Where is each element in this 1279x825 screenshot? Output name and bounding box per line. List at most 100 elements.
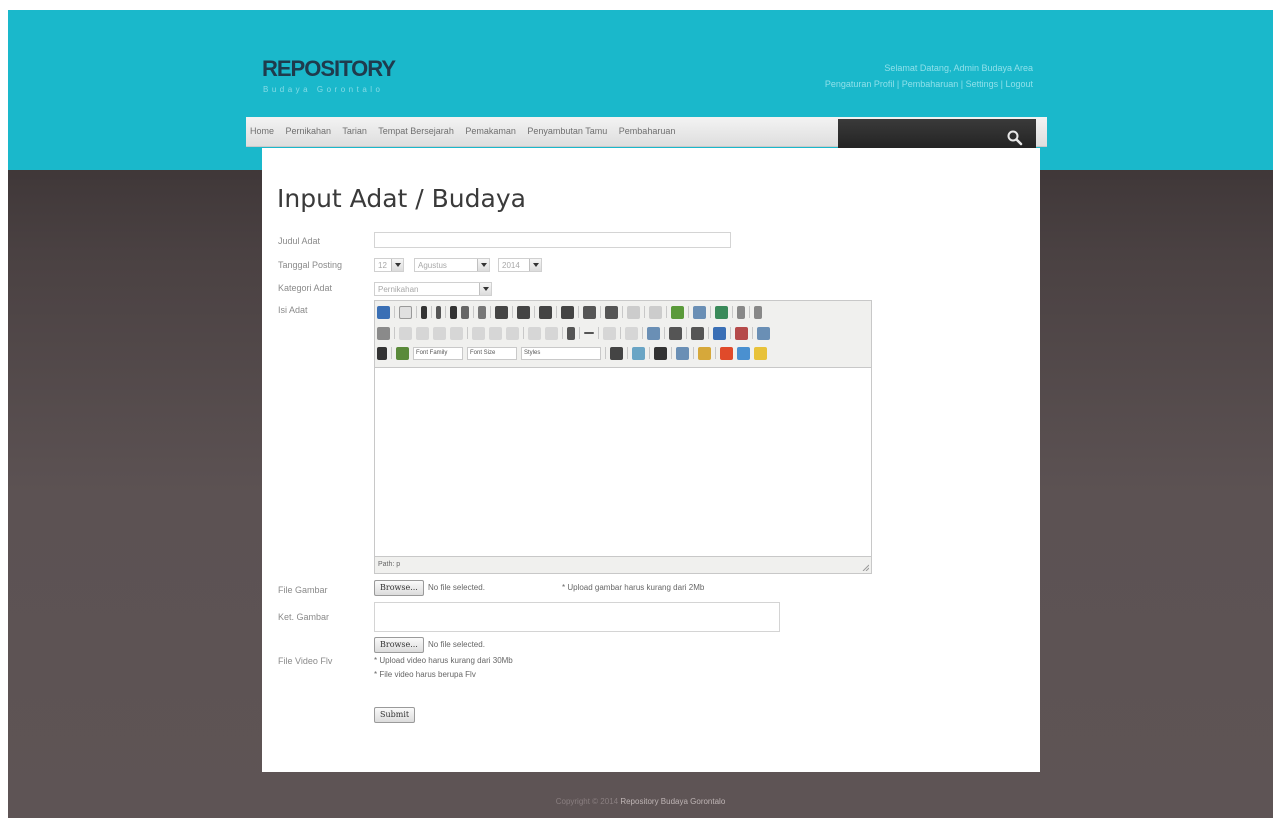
strikethrough-icon[interactable] <box>461 305 469 319</box>
toolbar-separator <box>686 327 687 339</box>
footer-copyright: Copyright © 2014 <box>555 797 619 806</box>
align-justify-icon[interactable] <box>561 305 574 319</box>
nav-pernikahan[interactable]: Pernikahan <box>286 126 332 136</box>
image-insert-icon[interactable] <box>698 346 711 360</box>
cut-x-icon[interactable] <box>654 346 667 360</box>
ltr-icon[interactable] <box>737 305 745 319</box>
anchor-icon[interactable] <box>506 326 519 340</box>
bullet-list-icon[interactable] <box>583 305 596 319</box>
copy-icon[interactable] <box>693 305 706 319</box>
rtl-icon[interactable] <box>754 305 762 319</box>
search-replace-icon[interactable] <box>610 346 623 360</box>
flash-icon[interactable] <box>737 346 750 360</box>
subscript-x-icon[interactable] <box>691 326 704 340</box>
find-replace-icon[interactable] <box>647 326 660 340</box>
text-color-icon[interactable] <box>377 346 387 360</box>
remove-format-icon[interactable] <box>669 326 682 340</box>
cut-icon[interactable] <box>399 326 412 340</box>
toolbar-separator <box>710 306 711 318</box>
page-break-icon[interactable] <box>713 326 726 340</box>
profile-link[interactable]: Pengaturan Profil <box>825 79 895 89</box>
pencil-icon[interactable] <box>754 346 767 360</box>
font-size-label: Font Size <box>470 349 496 356</box>
toolbar-separator <box>730 327 731 339</box>
italic-icon[interactable] <box>436 305 441 319</box>
paste-text-icon[interactable] <box>416 326 429 340</box>
gambar-browse-button[interactable]: Browse... <box>374 580 424 596</box>
gambar-note: * Upload gambar harus kurang dari 2Mb <box>562 583 705 592</box>
styles-select[interactable]: Styles <box>521 346 601 360</box>
link-icon[interactable] <box>472 326 485 340</box>
indent-icon[interactable] <box>649 305 662 319</box>
horizontal-rule-icon[interactable] <box>584 332 594 334</box>
image-icon[interactable] <box>528 326 541 340</box>
youtube-icon[interactable] <box>720 346 733 360</box>
ket-gambar-textarea[interactable] <box>374 602 780 632</box>
toolbar-separator <box>534 306 535 318</box>
font-size-select[interactable]: Font Size <box>467 346 517 360</box>
special-char-icon[interactable] <box>567 326 575 340</box>
logout-link[interactable]: Logout <box>1005 79 1033 89</box>
toolbar-separator <box>644 306 645 318</box>
emoticon-icon[interactable] <box>632 346 645 360</box>
editor-toolbar-row-3: Font Family Font Size Styles <box>377 345 771 361</box>
resize-handle-icon[interactable] <box>861 563 869 571</box>
redo-icon[interactable] <box>450 326 463 340</box>
font-family-select[interactable]: Font Family <box>413 346 463 360</box>
judul-input[interactable] <box>374 232 731 248</box>
underline-icon[interactable] <box>450 305 457 319</box>
search-icon[interactable] <box>1006 129 1024 147</box>
toolbar-separator <box>416 306 417 318</box>
numbered-list-icon[interactable] <box>605 305 618 319</box>
footer-brand[interactable]: Repository Budaya Gorontalo <box>620 797 725 806</box>
nav-pemakaman[interactable]: Pemakaman <box>465 126 516 136</box>
welcome-text: Selamat Datang, Admin Budaya Area <box>884 63 1033 73</box>
tanggal-month-select[interactable]: Agustus <box>414 258 490 272</box>
styles-label: Styles <box>524 349 541 356</box>
search-input[interactable] <box>844 127 994 149</box>
video-browse-button[interactable]: Browse... <box>374 637 424 653</box>
bold-icon[interactable] <box>421 305 427 319</box>
toolbar-separator <box>708 327 709 339</box>
settings-link[interactable]: Settings <box>966 79 999 89</box>
tanggal-month-value: Agustus <box>418 261 447 270</box>
delete-table-icon[interactable] <box>735 326 748 340</box>
undo-icon[interactable] <box>433 326 446 340</box>
superscript-icon[interactable] <box>625 326 638 340</box>
kategori-select[interactable]: Pernikahan <box>374 282 492 296</box>
media-icon[interactable] <box>676 346 689 360</box>
tanggal-day-value: 12 <box>378 261 387 270</box>
outdent-icon[interactable] <box>627 305 640 319</box>
nav-pembaharuan[interactable]: Pembaharuan <box>619 126 676 136</box>
nav-tempat-bersejarah[interactable]: Tempat Bersejarah <box>378 126 454 136</box>
editor-content-area[interactable] <box>375 367 871 557</box>
nav-home[interactable]: Home <box>250 126 274 136</box>
cleanup-icon[interactable] <box>545 326 558 340</box>
submit-button[interactable]: Submit <box>374 707 416 723</box>
editor-path: Path: p <box>378 561 401 568</box>
toolbar-separator <box>598 327 599 339</box>
align-right-icon[interactable] <box>539 305 552 319</box>
highlight-color-icon[interactable] <box>396 346 409 360</box>
preview-icon[interactable] <box>757 326 770 340</box>
tanggal-year-select[interactable]: 2014 <box>498 258 542 272</box>
site-logo[interactable]: REPOSITORY <box>262 56 396 82</box>
blockquote-icon[interactable] <box>478 305 486 319</box>
paste-icon[interactable] <box>671 305 684 319</box>
nav-penyambutan-tamu[interactable]: Penyambutan Tamu <box>527 126 607 136</box>
subscript-icon[interactable] <box>603 326 616 340</box>
table-icon[interactable] <box>715 305 728 319</box>
update-link[interactable]: Pembaharuan <box>902 79 959 89</box>
tanggal-day-select[interactable]: 12 <box>374 258 404 272</box>
new-document-icon[interactable] <box>399 305 412 319</box>
toolbar-separator <box>490 306 491 318</box>
align-left-icon[interactable] <box>495 305 508 319</box>
edit-icon[interactable] <box>377 326 390 340</box>
judul-label: Judul Adat <box>278 236 321 246</box>
save-icon[interactable] <box>377 305 390 319</box>
nav-items: Home Pernikahan Tarian Tempat Bersejarah… <box>250 126 684 136</box>
unlink-icon[interactable] <box>489 326 502 340</box>
align-center-icon[interactable] <box>517 305 530 319</box>
nav-tarian[interactable]: Tarian <box>342 126 367 136</box>
toolbar-separator <box>394 306 395 318</box>
